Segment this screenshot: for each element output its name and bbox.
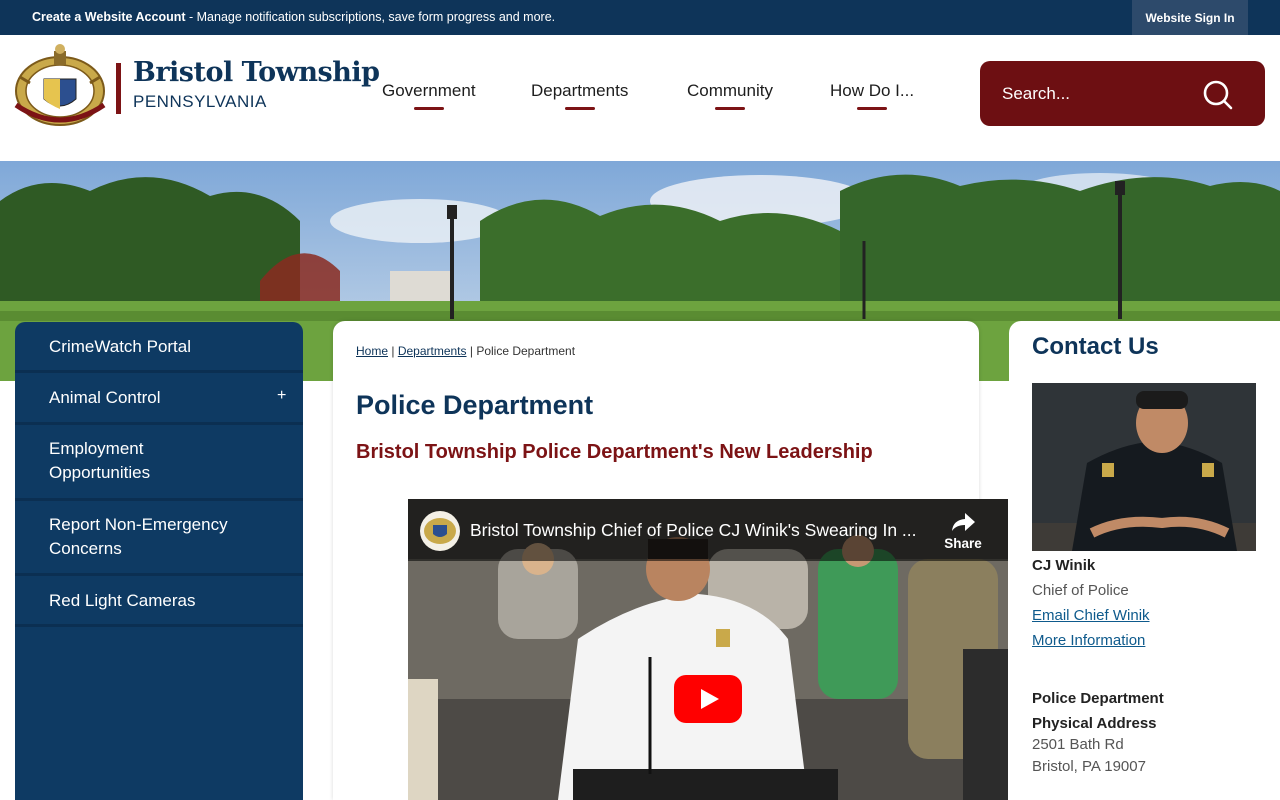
nav-underline [413, 107, 444, 110]
channel-avatar[interactable] [420, 511, 460, 551]
sidebar-item-crimewatch-portal[interactable]: CrimeWatch Portal [15, 322, 303, 373]
breadcrumb-separator: | [466, 344, 477, 358]
create-account-link[interactable]: Create a Website Account [32, 10, 186, 24]
site-state: PENNSYLVANIA [133, 92, 267, 111]
video-thumbnail [408, 499, 1008, 800]
page-title: Police Department [356, 390, 594, 420]
address-street: 2501 Bath Rd [1032, 736, 1124, 753]
brand-divider [116, 63, 121, 114]
nav-how-do-i[interactable]: How Do I... [830, 81, 915, 110]
sidebar-item-animal-control[interactable]: Animal Control + [15, 373, 303, 425]
nav-underline [857, 107, 888, 110]
contact-panel: Contact Us CJ Winik Chief of Police Emai… [1009, 321, 1280, 800]
youtube-play-icon[interactable] [674, 675, 742, 723]
sidebar-nav: CrimeWatch Portal Animal Control + Emplo… [15, 322, 303, 800]
search-icon[interactable] [1200, 77, 1234, 111]
search-input[interactable] [1000, 79, 1214, 109]
sidebar-item-label: Report Non-Emergency Concerns [49, 515, 228, 558]
sidebar-item-label: Animal Control [49, 388, 161, 407]
nav-label: How Do I... [830, 81, 915, 100]
township-seal-icon [424, 518, 456, 544]
expand-plus-icon[interactable]: + [277, 387, 286, 405]
more-information-link[interactable]: More Information [1032, 632, 1145, 649]
department-name: Police Department [1032, 690, 1164, 707]
share-arrow-icon [952, 513, 975, 531]
nav-underline [564, 107, 595, 110]
nav-community[interactable]: Community [687, 81, 773, 110]
sidebar-item-red-light-cameras[interactable]: Red Light Cameras [15, 576, 303, 627]
contact-name: CJ Winik [1032, 557, 1096, 574]
nav-label: Government [382, 81, 476, 100]
breadcrumb-departments-link[interactable]: Departments [398, 344, 467, 358]
township-seal-icon[interactable] [10, 43, 110, 131]
sidebar-item-label: CrimeWatch Portal [49, 337, 192, 356]
share-button[interactable]: Share [936, 511, 990, 551]
video-title[interactable]: Bristol Township Chief of Police CJ Wini… [470, 520, 917, 541]
email-chief-link[interactable]: Email Chief Winik [1032, 607, 1150, 624]
nav-departments[interactable]: Departments [531, 81, 629, 110]
breadcrumb-home-link[interactable]: Home [356, 344, 388, 358]
site-header: Bristol Township PENNSYLVANIA Government… [0, 35, 1280, 161]
sidebar-item-label: Red Light Cameras [49, 591, 196, 610]
sidebar-item-report-non-emergency[interactable]: Report Non-Emergency Concerns [15, 501, 303, 576]
share-label: Share [944, 536, 982, 551]
nav-label: Community [687, 81, 773, 100]
address-city: Bristol, PA 19007 [1032, 758, 1146, 775]
sidebar-item-employment-opportunities[interactable]: Employment Opportunities [15, 425, 303, 501]
utility-bar: Create a Website Account - Manage notifi… [0, 0, 1280, 35]
search-box [980, 61, 1265, 126]
breadcrumb: Home | Departments | Police Department [356, 344, 575, 358]
breadcrumb-separator: | [388, 344, 398, 358]
breadcrumb-current: Police Department [476, 344, 576, 358]
sidebar-item-label: Employment Opportunities [49, 439, 151, 482]
nav-government[interactable]: Government [382, 81, 476, 110]
nav-label: Departments [531, 81, 629, 100]
address-label: Physical Address [1032, 715, 1157, 732]
sign-in-button[interactable]: Website Sign In [1132, 0, 1248, 35]
contact-heading: Contact Us [1032, 333, 1159, 360]
nav-underline [714, 107, 745, 110]
chief-portrait-image [1032, 383, 1256, 551]
site-name[interactable]: Bristol Township [133, 57, 380, 88]
account-description: - Manage notification subscriptions, sav… [185, 10, 556, 24]
video-embed[interactable]: Bristol Township Chief of Police CJ Wini… [408, 499, 1008, 800]
account-message: Create a Website Account - Manage notifi… [32, 10, 555, 24]
contact-role: Chief of Police [1032, 582, 1129, 599]
section-heading: Bristol Township Police Department's New… [356, 441, 873, 463]
